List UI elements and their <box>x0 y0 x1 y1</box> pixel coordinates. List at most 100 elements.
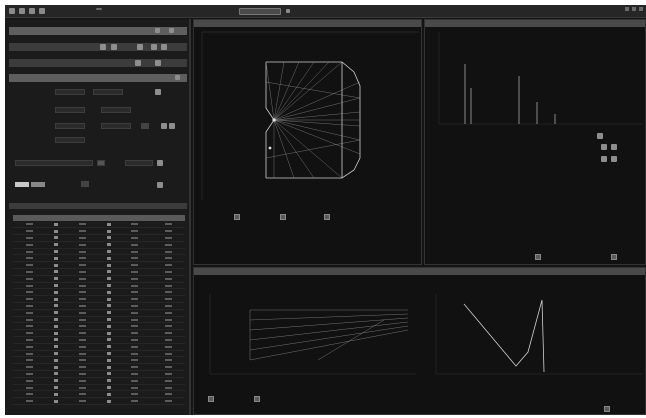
table-cell[interactable] <box>98 309 119 317</box>
table-cell[interactable] <box>98 370 119 378</box>
table-cell[interactable] <box>118 356 152 365</box>
table-cell[interactable] <box>151 288 185 297</box>
table-cell[interactable] <box>98 377 119 385</box>
unit-pill[interactable] <box>141 123 149 129</box>
table-cell[interactable] <box>151 221 185 229</box>
option-button[interactable] <box>137 44 143 50</box>
option-button[interactable] <box>161 44 167 50</box>
minimize-icon[interactable] <box>625 7 629 11</box>
table-cell[interactable] <box>151 397 185 406</box>
table-cell[interactable] <box>46 370 66 378</box>
table-cell[interactable] <box>151 316 185 324</box>
table-cell[interactable] <box>46 227 66 236</box>
table-cell[interactable] <box>13 363 47 372</box>
table-cell[interactable] <box>13 356 47 365</box>
table-cell[interactable] <box>118 221 152 229</box>
table-cell[interactable] <box>46 241 66 249</box>
table-cell[interactable] <box>118 322 152 331</box>
table-cell[interactable] <box>98 268 119 276</box>
table-cell[interactable] <box>151 322 185 331</box>
table-cell[interactable] <box>46 343 66 351</box>
table-row[interactable] <box>13 377 185 385</box>
table-cell[interactable] <box>65 309 99 317</box>
result-button-2[interactable] <box>254 396 260 402</box>
table-row[interactable] <box>13 295 185 304</box>
table-cell[interactable] <box>98 390 119 399</box>
table-cell[interactable] <box>118 316 152 324</box>
table-cell[interactable] <box>118 275 152 283</box>
table-cell[interactable] <box>46 261 66 270</box>
table-cell[interactable] <box>13 288 47 297</box>
table-cell[interactable] <box>46 397 66 406</box>
table-cell[interactable] <box>13 309 47 317</box>
table-cell[interactable] <box>65 377 99 385</box>
table-cell[interactable] <box>46 275 66 283</box>
option-button[interactable] <box>611 144 617 150</box>
table-cell[interactable] <box>65 370 99 378</box>
table-cell[interactable] <box>13 322 47 331</box>
param-field[interactable] <box>101 107 131 113</box>
table-cell[interactable] <box>98 295 119 304</box>
table-cell[interactable] <box>118 390 152 399</box>
table-cell[interactable] <box>151 377 185 385</box>
table-cell[interactable] <box>98 227 119 236</box>
table-row[interactable] <box>13 356 185 365</box>
table-cell[interactable] <box>65 322 99 331</box>
table-cell[interactable] <box>151 329 185 338</box>
table-cell[interactable] <box>151 241 185 249</box>
table-cell[interactable] <box>65 234 99 242</box>
param-field[interactable] <box>55 137 85 143</box>
option-button[interactable] <box>169 123 175 129</box>
table-cell[interactable] <box>151 268 185 276</box>
param-field[interactable] <box>55 89 85 95</box>
table-cell[interactable] <box>151 363 185 372</box>
option-button[interactable] <box>601 144 607 150</box>
table-cell[interactable] <box>118 268 152 276</box>
table-cell[interactable] <box>46 302 66 310</box>
table-cell[interactable] <box>65 248 99 256</box>
table-cell[interactable] <box>13 234 47 242</box>
option-button[interactable] <box>611 156 617 162</box>
table-cell[interactable] <box>98 343 119 351</box>
table-cell[interactable] <box>118 254 152 263</box>
table-cell[interactable] <box>46 316 66 324</box>
table-row[interactable] <box>13 241 185 249</box>
table-cell[interactable] <box>13 295 47 304</box>
section-header-4[interactable] <box>9 74 187 82</box>
spectrum-plot[interactable] <box>425 28 646 148</box>
value-field[interactable] <box>125 160 153 166</box>
table-row[interactable] <box>13 234 185 242</box>
table-cell[interactable] <box>151 390 185 399</box>
back-icon[interactable] <box>19 8 25 14</box>
table-cell[interactable] <box>13 254 47 263</box>
option-button[interactable] <box>151 44 157 50</box>
table-cell[interactable] <box>151 295 185 304</box>
table-cell[interactable] <box>98 356 119 365</box>
toggle-button[interactable] <box>31 182 45 187</box>
table-cell[interactable] <box>118 227 152 236</box>
table-cell[interactable] <box>65 241 99 249</box>
table-cell[interactable] <box>151 309 185 317</box>
table-cell[interactable] <box>13 248 47 256</box>
table-cell[interactable] <box>118 350 152 358</box>
table-row[interactable] <box>13 254 185 263</box>
table-cell[interactable] <box>46 363 66 372</box>
table-cell[interactable] <box>65 363 99 372</box>
table-cell[interactable] <box>46 377 66 385</box>
settings-icon[interactable] <box>39 8 45 14</box>
collapse-icon[interactable] <box>155 28 160 33</box>
table-row[interactable] <box>13 288 185 297</box>
table-cell[interactable] <box>151 282 185 290</box>
result-button-3[interactable] <box>604 406 610 412</box>
table-row[interactable] <box>13 390 185 399</box>
table-cell[interactable] <box>98 221 119 229</box>
table-row[interactable] <box>13 248 185 256</box>
table-cell[interactable] <box>118 248 152 256</box>
table-cell[interactable] <box>98 248 119 256</box>
table-row[interactable] <box>13 275 185 283</box>
table-cell[interactable] <box>46 254 66 263</box>
table-row[interactable] <box>13 384 185 392</box>
table-cell[interactable] <box>13 350 47 358</box>
table-cell[interactable] <box>118 234 152 242</box>
option-button[interactable] <box>100 44 106 50</box>
